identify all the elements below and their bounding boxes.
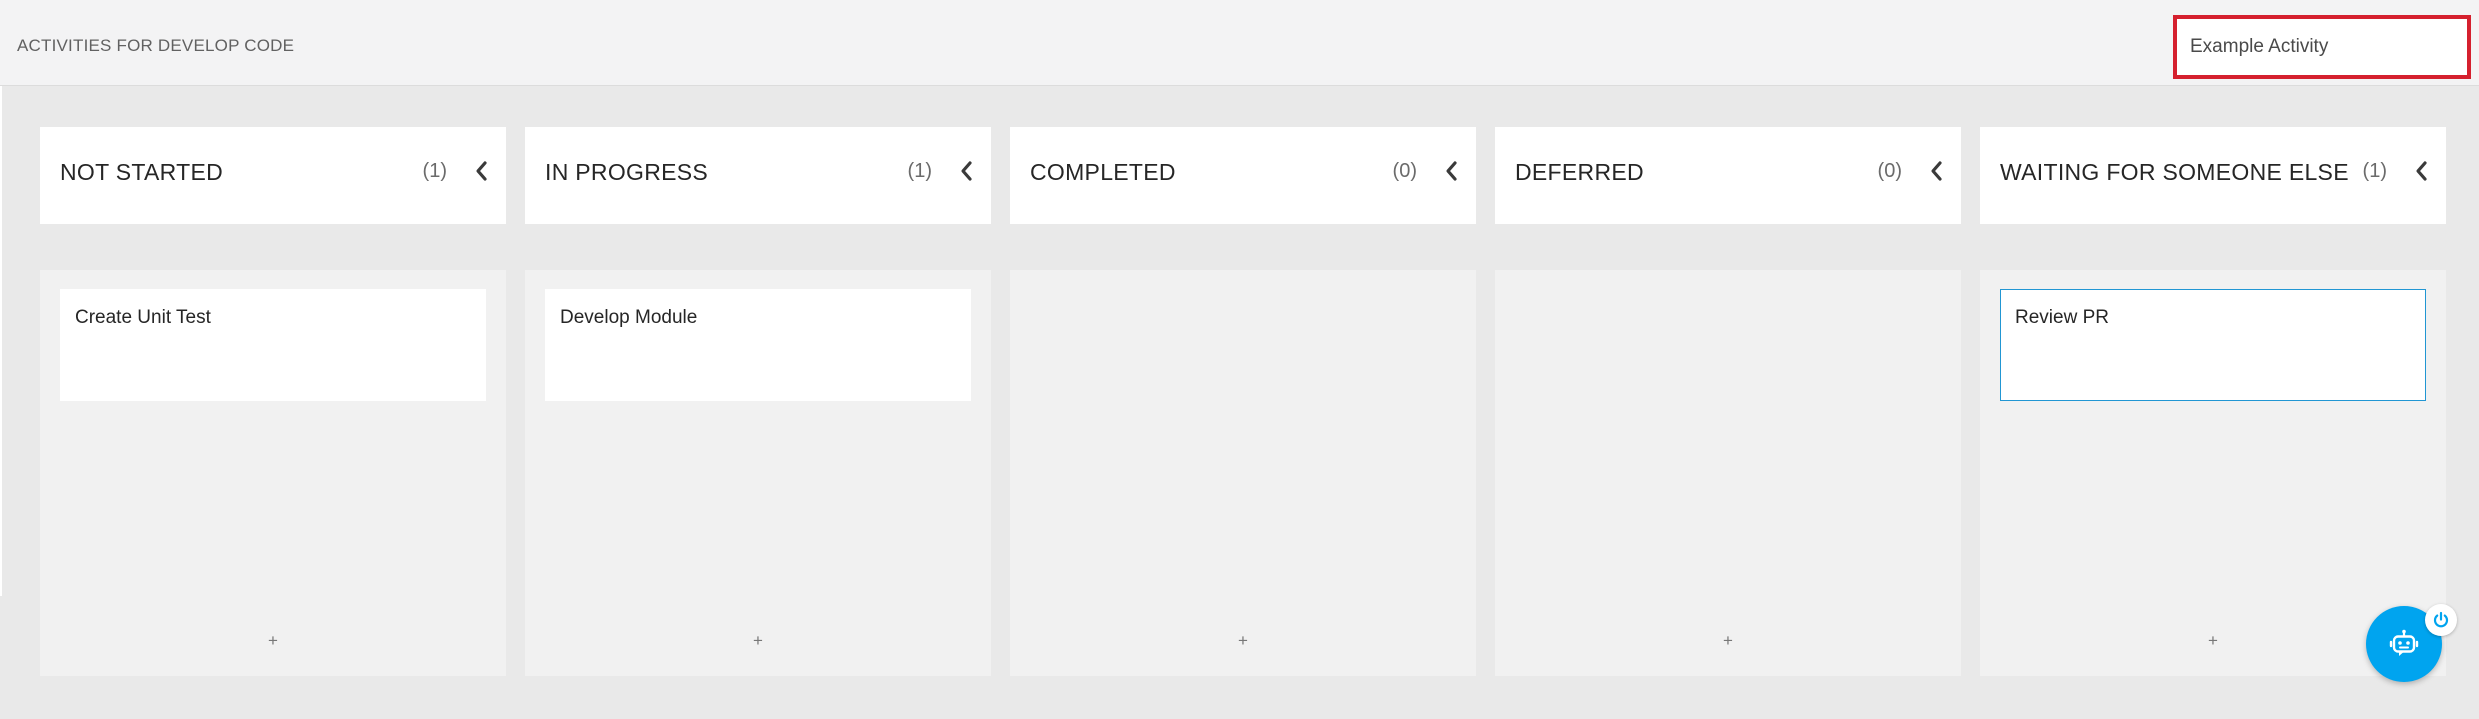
- column-body: +: [1010, 270, 1476, 676]
- add-card-button[interactable]: +: [2203, 631, 2223, 651]
- activity-card[interactable]: Develop Module: [545, 289, 971, 401]
- column-count: (0): [1392, 160, 1417, 182]
- column-title: WAITING FOR SOMEONE ELSE: [2000, 159, 2349, 185]
- chevron-left-icon[interactable]: [1927, 157, 1947, 185]
- robot-assistant-icon: [2389, 629, 2419, 656]
- chevron-left-icon[interactable]: [2412, 157, 2432, 185]
- chevron-left-icon[interactable]: [472, 157, 492, 185]
- column-count: (0): [1877, 160, 1902, 182]
- left-edge-strip: [0, 86, 2, 596]
- column-count: (1): [2362, 160, 2387, 182]
- card-title: Develop Module: [560, 307, 698, 328]
- column-body: Create Unit Test +: [40, 270, 506, 676]
- activity-card[interactable]: Create Unit Test: [60, 289, 486, 401]
- column-count: (1): [422, 160, 447, 182]
- column-title: DEFERRED: [1515, 159, 1644, 185]
- add-card-button[interactable]: +: [748, 631, 768, 651]
- activity-card[interactable]: Review PR: [2000, 289, 2426, 401]
- column-body: +: [1495, 270, 1961, 676]
- page-header: ACTIVITIES FOR DEVELOP CODE: [0, 0, 2479, 86]
- power-toggle-button[interactable]: [2425, 604, 2457, 636]
- column-header: NOT STARTED (1): [40, 127, 506, 224]
- add-card-button[interactable]: +: [1233, 631, 1253, 651]
- column-body: Review PR +: [1980, 270, 2446, 676]
- column-title: IN PROGRESS: [545, 159, 709, 185]
- add-card-button[interactable]: +: [1718, 631, 1738, 651]
- column-header: COMPLETED (0): [1010, 127, 1476, 224]
- column-header: IN PROGRESS (1): [525, 127, 991, 224]
- column-title: NOT STARTED: [60, 159, 224, 185]
- chevron-left-icon[interactable]: [957, 157, 977, 185]
- column-header: WAITING FOR SOMEONE ELSE (1): [1980, 127, 2446, 224]
- column-title: COMPLETED: [1030, 159, 1176, 185]
- add-card-button[interactable]: +: [263, 631, 283, 651]
- column-count: (1): [907, 160, 932, 182]
- page-title: ACTIVITIES FOR DEVELOP CODE: [17, 36, 295, 55]
- power-icon: [2433, 611, 2449, 628]
- chevron-left-icon[interactable]: [1442, 157, 1462, 185]
- column-body: Develop Module +: [525, 270, 991, 676]
- card-title: Create Unit Test: [75, 307, 211, 328]
- card-title: Review PR: [2015, 307, 2109, 328]
- column-header: DEFERRED (0): [1495, 127, 1961, 224]
- search-input[interactable]: [2177, 19, 2467, 75]
- search-box[interactable]: [2173, 15, 2471, 79]
